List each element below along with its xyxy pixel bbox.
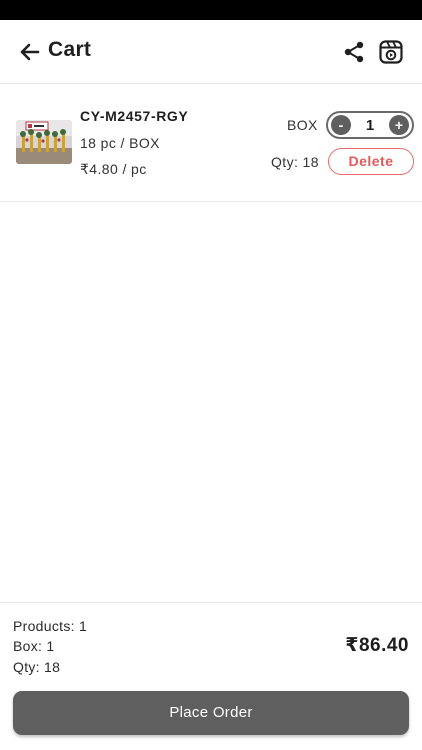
unit-price: ₹4.80 / pc <box>80 161 147 177</box>
decrement-button[interactable]: - <box>331 115 351 135</box>
cart-summary: Products: 1 Box: 1 Qty: 18 ₹86.40 Place … <box>0 602 422 750</box>
summary-qty: Qty: 18 <box>13 659 61 675</box>
cart-item: CY-M2457-RGY 18 pc / BOX ₹4.80 / pc BOX … <box>0 84 422 202</box>
quantity-value: 1 <box>365 117 375 134</box>
product-sku: CY-M2457-RGY <box>80 108 189 124</box>
product-image[interactable] <box>16 120 72 164</box>
delete-button[interactable]: Delete <box>328 148 414 175</box>
share-icon[interactable] <box>342 40 366 64</box>
place-order-button[interactable]: Place Order <box>13 691 409 735</box>
app-header: Cart <box>0 20 422 84</box>
page-title: Cart <box>48 38 92 61</box>
video-reel-icon[interactable] <box>378 39 404 65</box>
quantity-stepper: - 1 + <box>326 111 414 139</box>
order-total: ₹86.40 <box>345 635 409 656</box>
summary-box: Box: 1 <box>13 638 55 654</box>
unit-label: BOX <box>287 117 318 133</box>
arrow-left-icon[interactable] <box>18 40 42 64</box>
status-bar <box>0 0 422 20</box>
summary-products: Products: 1 <box>13 618 88 634</box>
increment-button[interactable]: + <box>389 115 409 135</box>
item-qty: Qty: 18 <box>271 154 319 170</box>
pack-size: 18 pc / BOX <box>80 135 160 151</box>
